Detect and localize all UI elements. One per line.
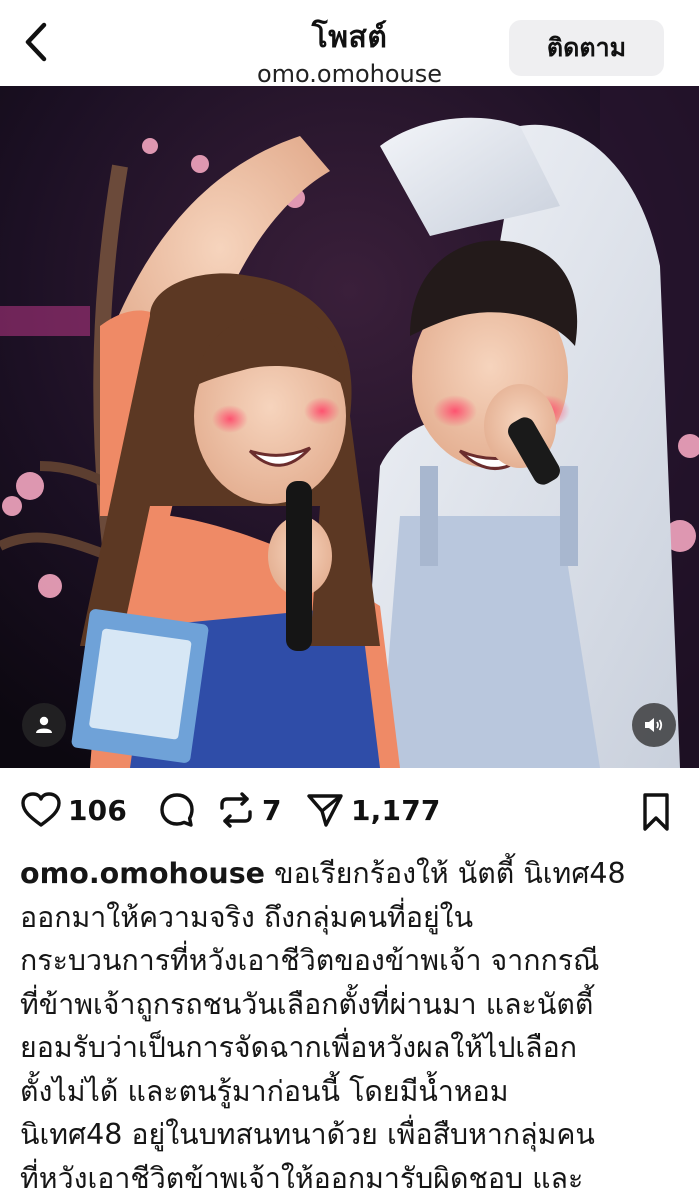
repost-button[interactable]: 7 [216, 788, 282, 832]
concert-photo [0, 86, 699, 768]
caption-line: กระบวนการที่หวังเอาชีวิตของข้าพเจ้า จากก… [20, 944, 600, 977]
comment-button[interactable] [158, 788, 196, 832]
save-button[interactable] [634, 790, 678, 834]
follow-button[interactable]: ติดตาม [509, 20, 664, 76]
user-icon [36, 716, 52, 733]
mute-button[interactable] [632, 703, 676, 747]
caption-line: นิเทศ48 อยู่ในบทสนทนาด้วย เพื่อสืบหากลุ่… [20, 1118, 595, 1151]
caption-line: ที่ข้าพเจ้าถูกรถชนวันเลือกตั้งที่ผ่านมา … [20, 987, 594, 1021]
user-tag-button[interactable] [22, 703, 66, 747]
post-caption: omo.omohouse ขอเรียกร้องให้ นัตตี้ นิเทศ… [20, 852, 682, 1200]
share-button[interactable]: 1,177 [305, 788, 441, 832]
caption-line: ออกมาให้ความจริง ถึงกลุ่มคนที่อยู่ใน [20, 900, 474, 934]
caption-text: ขอเรียกร้องให้ นัตตี้ นิเทศ48 [274, 857, 626, 890]
caption-line: ยอมรับว่าเป็นการจัดฉากเพื่อหวังผลให้ไปเล… [20, 1031, 577, 1064]
post-header: โพสต์ omo.omohouse ติดตาม [0, 0, 699, 86]
repost-icon [220, 792, 252, 828]
bookmark-icon [643, 793, 669, 831]
post-photo[interactable] [0, 86, 699, 768]
post-actions: 106 7 1,177 [0, 768, 699, 852]
share-count: 1,177 [351, 793, 441, 827]
comment-icon [160, 793, 194, 827]
speaker-icon [645, 718, 663, 732]
like-button[interactable]: 106 [20, 788, 127, 832]
caption-line: ที่หวังเอาชีวิตข้าพเจ้าให้ออกมารับผิดชอบ… [20, 1161, 584, 1195]
like-count: 106 [68, 793, 128, 827]
caption-line: omo.omohouse ขอเรียกร้องให้ นัตตี้ นิเทศ… [20, 852, 682, 896]
heart-icon [21, 792, 61, 827]
caption-username[interactable]: omo.omohouse [20, 857, 265, 890]
repost-count: 7 [262, 793, 282, 827]
send-icon [307, 794, 343, 827]
caption-line: ตั้งไม่ได้ และตนรู้มาก่อนนี้ โดยมีน้ำหอม [20, 1074, 509, 1108]
